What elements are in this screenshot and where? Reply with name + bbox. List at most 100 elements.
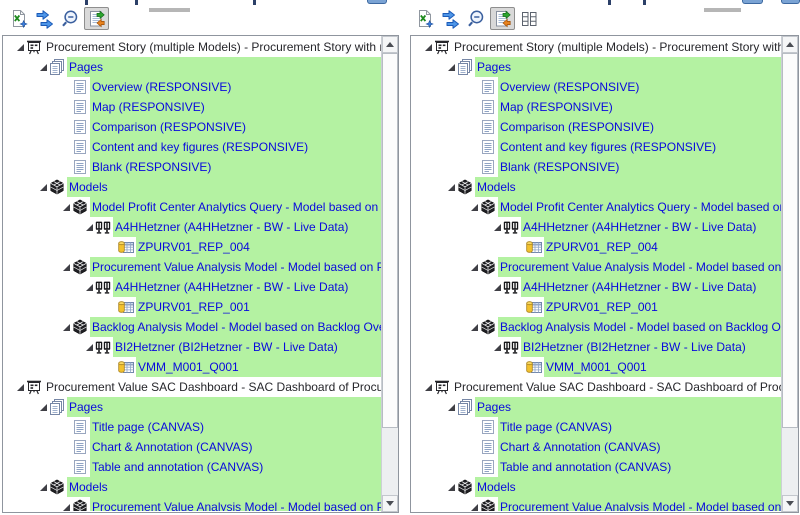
scroll-up-button[interactable] bbox=[382, 36, 398, 53]
expander-triangle-icon[interactable] bbox=[17, 384, 24, 391]
tree-item-label[interactable]: Content and key figures (RESPONSIVE) bbox=[90, 137, 381, 157]
tree-item-label[interactable]: Content and key figures (RESPONSIVE) bbox=[498, 137, 781, 157]
tree-item[interactable]: Content and key figures (RESPONSIVE) bbox=[412, 137, 781, 157]
expander-triangle-icon[interactable] bbox=[63, 264, 70, 271]
expander-triangle-icon[interactable] bbox=[471, 264, 478, 271]
tree-item[interactable]: Chart & Annotation (CANVAS) bbox=[412, 437, 781, 457]
tree-item[interactable]: A4HHetzner (A4HHetzner - BW - Live Data) bbox=[412, 277, 781, 297]
expander-triangle-icon[interactable] bbox=[86, 224, 93, 231]
tree-item[interactable]: Table and annotation (CANVAS) bbox=[412, 457, 781, 477]
expander-triangle-icon[interactable] bbox=[471, 204, 478, 211]
tree-item[interactable]: ZPURV01_REP_004 bbox=[412, 237, 781, 257]
tree-item-label[interactable]: Pages bbox=[475, 397, 781, 417]
tree-item-label[interactable]: Table and annotation (CANVAS) bbox=[90, 457, 381, 477]
tree-item-label[interactable]: Pages bbox=[67, 57, 381, 77]
expander-triangle-icon[interactable] bbox=[494, 284, 501, 291]
tree-item[interactable]: Procurement Value Analysis Model - Model… bbox=[412, 257, 781, 277]
tree-item-label[interactable]: Table and annotation (CANVAS) bbox=[498, 457, 781, 477]
expander-triangle-icon[interactable] bbox=[471, 324, 478, 331]
tree-item[interactable]: VMM_M001_Q001 bbox=[412, 357, 781, 377]
tree-item[interactable]: VMM_M001_Q001 bbox=[4, 357, 381, 377]
tree-item-label[interactable]: Procurement Story (multiple Models) - Pr… bbox=[44, 37, 381, 57]
expander-triangle-icon[interactable] bbox=[63, 204, 70, 211]
tree-item-label[interactable]: Procurement Value Analysis Model - Model… bbox=[498, 497, 781, 511]
tree-item[interactable]: ZPURV01_REP_001 bbox=[412, 297, 781, 317]
zoom-out-button[interactable] bbox=[464, 7, 489, 30]
tree-item-label[interactable]: Procurement Value SAC Dashboard - SAC Da… bbox=[44, 377, 381, 397]
tree-item[interactable]: BI2Hetzner (BI2Hetzner - BW - Live Data) bbox=[4, 337, 381, 357]
tree-item[interactable]: Title page (CANVAS) bbox=[412, 417, 781, 437]
expander-triangle-icon[interactable] bbox=[63, 324, 70, 331]
tree-item[interactable]: ZPURV01_REP_004 bbox=[4, 237, 381, 257]
tree-item-label[interactable]: VMM_M001_Q001 bbox=[136, 357, 381, 377]
expander-triangle-icon[interactable] bbox=[425, 44, 432, 51]
merge-doc-button[interactable] bbox=[490, 7, 515, 30]
expander-triangle-icon[interactable] bbox=[448, 484, 455, 491]
tree-item-label[interactable]: Procurement Value Analysis Model - Model… bbox=[498, 257, 781, 277]
tree-item-label[interactable]: BI2Hetzner (BI2Hetzner - BW - Live Data) bbox=[521, 337, 781, 357]
tree-item[interactable]: Pages bbox=[4, 57, 381, 77]
tree-item[interactable]: Procurement Value Analysis Model - Model… bbox=[4, 497, 381, 511]
tree-item-label[interactable]: ZPURV01_REP_004 bbox=[136, 237, 381, 257]
tree-item-label[interactable]: ZPURV01_REP_001 bbox=[544, 297, 781, 317]
tree-item-label[interactable]: Model Profit Center Analytics Query - Mo… bbox=[498, 197, 781, 217]
tree-item-label[interactable]: Procurement Value Analysis Model - Model… bbox=[90, 497, 381, 511]
vertical-scrollbar[interactable] bbox=[781, 36, 798, 512]
tree-item-label[interactable]: Pages bbox=[67, 397, 381, 417]
expander-triangle-icon[interactable] bbox=[40, 64, 47, 71]
expander-triangle-icon[interactable] bbox=[40, 404, 47, 411]
tree-item[interactable]: Models bbox=[412, 477, 781, 497]
tree-item[interactable]: Procurement Value Analysis Model - Model… bbox=[4, 257, 381, 277]
tree-item-label[interactable]: ZPURV01_REP_004 bbox=[544, 237, 781, 257]
tree-item-label[interactable]: Procurement Story (multiple Models) - Pr… bbox=[452, 37, 781, 57]
tree-item[interactable]: Models bbox=[4, 177, 381, 197]
tree-item[interactable]: Comparison (RESPONSIVE) bbox=[4, 117, 381, 137]
merge-doc-button[interactable] bbox=[84, 7, 109, 30]
scrollbar-thumb[interactable] bbox=[782, 53, 798, 428]
tree-item[interactable]: Model Profit Center Analytics Query - Mo… bbox=[412, 197, 781, 217]
tree-item[interactable]: Content and key figures (RESPONSIVE) bbox=[4, 137, 381, 157]
tree-item-label[interactable]: Map (RESPONSIVE) bbox=[90, 97, 381, 117]
expander-triangle-icon[interactable] bbox=[448, 184, 455, 191]
tree-item-label[interactable]: Overview (RESPONSIVE) bbox=[90, 77, 381, 97]
tree-item[interactable]: ZPURV01_REP_001 bbox=[4, 297, 381, 317]
tree-item[interactable]: A4HHetzner (A4HHetzner - BW - Live Data) bbox=[412, 217, 781, 237]
expander-triangle-icon[interactable] bbox=[494, 344, 501, 351]
expander-triangle-icon[interactable] bbox=[40, 184, 47, 191]
tree-item[interactable]: Overview (RESPONSIVE) bbox=[4, 77, 381, 97]
tree-item[interactable]: Models bbox=[412, 177, 781, 197]
tree-item-label[interactable]: Pages bbox=[475, 57, 781, 77]
tree-item[interactable]: Procurement Value SAC Dashboard - SAC Da… bbox=[4, 377, 381, 397]
tree-item[interactable]: Map (RESPONSIVE) bbox=[4, 97, 381, 117]
split-view-button[interactable] bbox=[516, 7, 541, 30]
vertical-scrollbar[interactable] bbox=[381, 36, 398, 512]
tree-item[interactable]: Procurement Story (multiple Models) - Pr… bbox=[412, 37, 781, 57]
tree-item-label[interactable]: A4HHetzner (A4HHetzner - BW - Live Data) bbox=[113, 217, 381, 237]
expander-triangle-icon[interactable] bbox=[448, 64, 455, 71]
tree-item[interactable]: Title page (CANVAS) bbox=[4, 417, 381, 437]
tree-item[interactable]: Backlog Analysis Model - Model based on … bbox=[412, 317, 781, 337]
expander-triangle-icon[interactable] bbox=[448, 404, 455, 411]
expander-triangle-icon[interactable] bbox=[63, 504, 70, 511]
tree-item-label[interactable]: Backlog Analysis Model - Model based on … bbox=[90, 317, 381, 337]
tree-item-label[interactable]: Models bbox=[67, 477, 381, 497]
tree-item[interactable]: Backlog Analysis Model - Model based on … bbox=[4, 317, 381, 337]
tree-item-label[interactable]: Procurement Value SAC Dashboard - SAC Da… bbox=[452, 377, 781, 397]
tree-item-label[interactable]: Map (RESPONSIVE) bbox=[498, 97, 781, 117]
expander-triangle-icon[interactable] bbox=[494, 224, 501, 231]
tree-item-label[interactable]: Blank (RESPONSIVE) bbox=[90, 157, 381, 177]
tree-item[interactable]: Pages bbox=[412, 57, 781, 77]
tree-item-label[interactable]: A4HHetzner (A4HHetzner - BW - Live Data) bbox=[521, 217, 781, 237]
swap-arrows-button[interactable] bbox=[32, 7, 57, 30]
tree-item-label[interactable]: Backlog Analysis Model - Model based on … bbox=[498, 317, 781, 337]
tree-item-label[interactable]: Title page (CANVAS) bbox=[90, 417, 381, 437]
tree-item-label[interactable]: BI2Hetzner (BI2Hetzner - BW - Live Data) bbox=[113, 337, 381, 357]
tree-item[interactable]: Blank (RESPONSIVE) bbox=[412, 157, 781, 177]
tree-item[interactable]: Models bbox=[4, 477, 381, 497]
tree-item-label[interactable]: Models bbox=[67, 177, 381, 197]
scroll-down-button[interactable] bbox=[782, 495, 798, 512]
tree-item[interactable]: BI2Hetzner (BI2Hetzner - BW - Live Data) bbox=[412, 337, 781, 357]
tree-item[interactable]: A4HHetzner (A4HHetzner - BW - Live Data) bbox=[4, 277, 381, 297]
tree-item-label[interactable]: Chart & Annotation (CANVAS) bbox=[90, 437, 381, 457]
tree-item[interactable]: Chart & Annotation (CANVAS) bbox=[4, 437, 381, 457]
